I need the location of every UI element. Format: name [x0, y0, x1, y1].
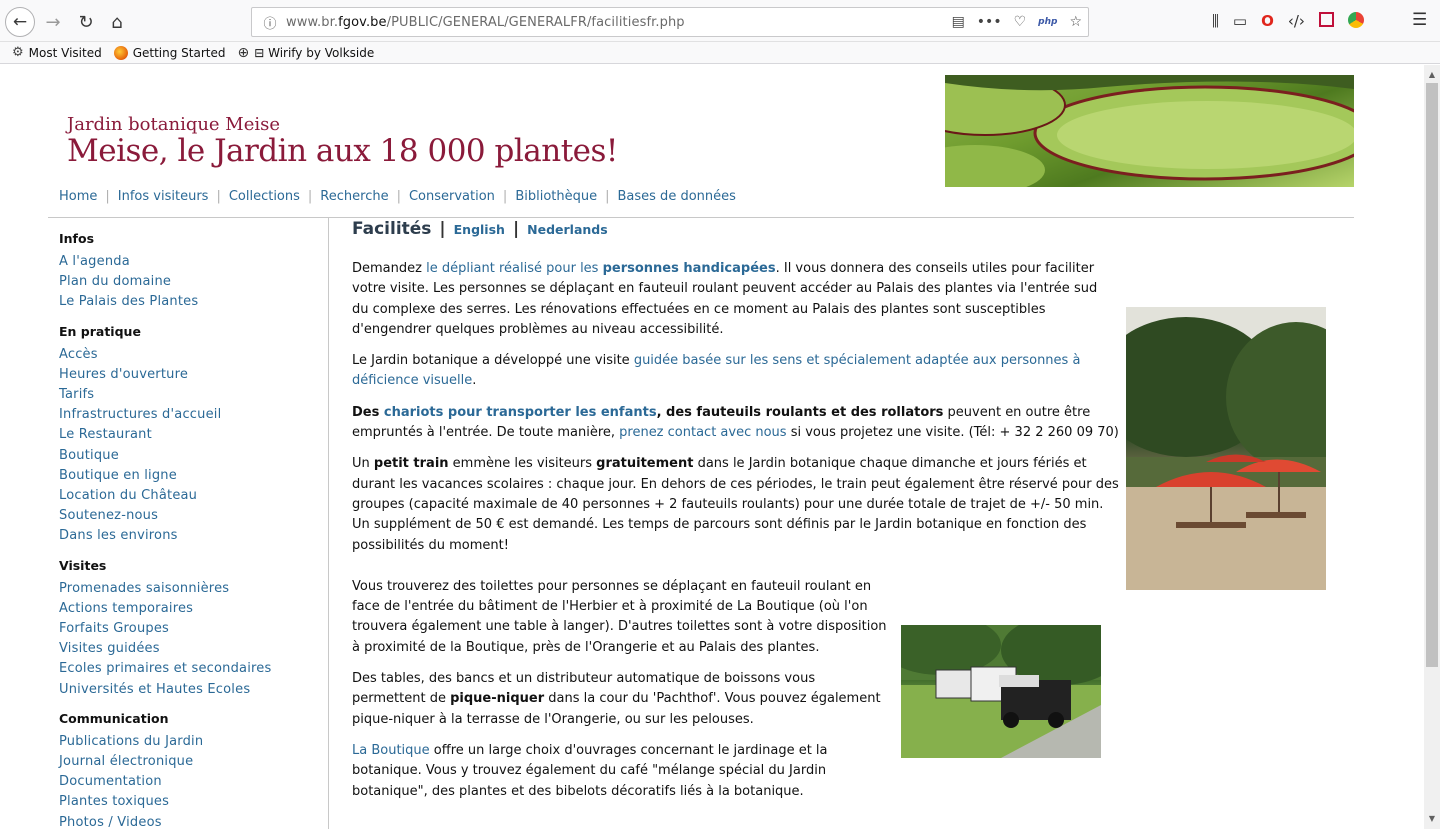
reload-button[interactable]: ↻: [71, 7, 101, 37]
bookmarks-toolbar: ⚙ Most Visited Getting Started ⊕ ⊟ Wirify …: [0, 42, 1440, 64]
bookmark-wirify[interactable]: ⊕ ⊟ Wirify by Volkside: [237, 45, 374, 61]
home-button[interactable]: ⌂: [102, 7, 132, 37]
scroll-up-icon[interactable]: ▲: [1424, 67, 1440, 83]
sidebar-item-heures[interactable]: Heures d'ouverture: [59, 367, 188, 382]
sidebar-item-photos-videos[interactable]: Photos / Videos: [59, 815, 162, 829]
firefox-icon: [113, 45, 128, 60]
php-extension-icon[interactable]: php: [1038, 17, 1057, 27]
nav-conservation[interactable]: Conservation: [409, 189, 495, 204]
nav-bibliotheque[interactable]: Bibliothèque: [515, 189, 597, 204]
sidebar-item-palais[interactable]: Le Palais des Plantes: [59, 294, 198, 309]
site-subtitle: Jardin botanique Meise: [67, 114, 281, 135]
site-title: Meise, le Jardin aux 18 000 plantes!: [67, 133, 618, 169]
sidebar-item-location[interactable]: Location du Château: [59, 488, 197, 503]
page-title: Facilités: [352, 219, 432, 239]
bookmark-getting-started[interactable]: Getting Started: [113, 45, 225, 60]
paragraph-visite-guidee: Le Jardin botanique a développé une visi…: [352, 353, 1081, 389]
bookmark-most-visited[interactable]: ⚙ Most Visited: [12, 45, 102, 60]
paragraph-chariots: Des chariots pour transporter les enfant…: [352, 404, 1119, 441]
hamburger-menu-icon[interactable]: ☰: [1412, 10, 1427, 30]
chariots-link[interactable]: chariots pour transporter les enfants: [384, 405, 657, 420]
bookmark-star-icon[interactable]: ☆: [1069, 14, 1082, 30]
site-info-icon[interactable]: ⓘ: [258, 13, 282, 32]
lang-nederlands-link[interactable]: Nederlands: [527, 222, 608, 237]
nav-collections[interactable]: Collections: [229, 189, 300, 204]
sidebar-item-documentation[interactable]: Documentation: [59, 774, 162, 789]
forward-button[interactable]: →: [38, 7, 68, 37]
paragraph-boutique: La Boutique offre un large choix d'ouvra…: [352, 742, 828, 799]
sidebar-item-restaurant[interactable]: Le Restaurant: [59, 427, 152, 442]
sidebar-item-acces[interactable]: Accès: [59, 347, 98, 362]
nav-home[interactable]: Home: [59, 189, 97, 204]
globe-icon: ⊕: [237, 44, 250, 61]
url-text[interactable]: www.br.fgov.be/PUBLIC/GENERAL/GENERALFR/…: [286, 15, 685, 30]
sidebar-item-boutique-en-ligne[interactable]: Boutique en ligne: [59, 468, 177, 483]
web-page: Jardin botanique Meise Meise, le Jardin …: [0, 65, 1424, 829]
sidebar-item-journal[interactable]: Journal électronique: [59, 754, 193, 769]
gear-icon: ⚙: [12, 45, 24, 60]
scrollbar-thumb[interactable]: [1426, 83, 1438, 667]
library-icon[interactable]: ⫼: [1212, 12, 1219, 30]
petit-train-photo: [901, 625, 1101, 758]
scroll-down-icon[interactable]: ▼: [1424, 811, 1440, 827]
extension-icon[interactable]: [1318, 12, 1334, 27]
sidebar-item-plantes-toxiques[interactable]: Plantes toxiques: [59, 794, 169, 809]
sidebar-item-publications[interactable]: Publications du Jardin: [59, 734, 203, 749]
opera-icon[interactable]: O: [1261, 12, 1274, 30]
paragraph-toilettes: Vous trouverez des toilettes pour person…: [352, 578, 887, 655]
page-scrollbar[interactable]: ▲ ▼: [1424, 65, 1440, 829]
sidebar-heading-communication: Communication: [59, 710, 169, 726]
sidebar-item-boutique[interactable]: Boutique: [59, 448, 119, 463]
contact-link[interactable]: prenez contact avec nous: [619, 425, 786, 440]
sidebar-item-forfaits[interactable]: Forfaits Groupes: [59, 621, 169, 636]
sidebar-item-agenda[interactable]: A l'agenda: [59, 254, 130, 269]
banner-image: [945, 75, 1354, 187]
page-actions-icon[interactable]: •••: [977, 14, 1002, 30]
sidebar-icon[interactable]: ▭: [1233, 12, 1247, 30]
sidebar-item-promenades[interactable]: Promenades saisonnières: [59, 581, 229, 596]
sidebar-item-environs[interactable]: Dans les environs: [59, 528, 178, 543]
depliant-link[interactable]: le dépliant réalisé pour les personnes h…: [426, 261, 776, 276]
nav-infos-visiteurs[interactable]: Infos visiteurs: [118, 189, 209, 204]
paragraph-petit-train: Un petit train emmène les visiteurs grat…: [352, 456, 1119, 553]
sidebar-heading-visites: Visites: [59, 557, 107, 573]
boutique-link[interactable]: La Boutique: [352, 743, 430, 758]
sidebar-heading-en-pratique: En pratique: [59, 323, 141, 339]
paragraph-pique-nique: Des tables, des bancs et un distributeur…: [352, 671, 881, 727]
sidebar-item-plan[interactable]: Plan du domaine: [59, 274, 171, 289]
lang-english-link[interactable]: English: [454, 222, 505, 237]
header-divider: [48, 217, 1354, 218]
sidebar-item-soutenez[interactable]: Soutenez-nous: [59, 508, 158, 523]
page-heading: Facilités | English | Nederlands: [352, 219, 608, 239]
sidebar-divider: [328, 218, 329, 829]
sidebar-item-ecoles[interactable]: Ecoles primaires et secondaires: [59, 661, 271, 676]
sidebar-item-visites-guidees[interactable]: Visites guidées: [59, 641, 160, 656]
sidebar-item-tarifs[interactable]: Tarifs: [59, 387, 94, 402]
sidebar-item-universites[interactable]: Universités et Hautes Ecoles: [59, 682, 250, 697]
paragraph-handicap: Demandez le dépliant réalisé pour les pe…: [352, 261, 1098, 337]
sidebar-heading-infos: Infos: [59, 231, 95, 246]
devtools-icon[interactable]: ‹/›: [1288, 12, 1305, 30]
nav-recherche[interactable]: Recherche: [320, 189, 388, 204]
sidebar-item-actions[interactable]: Actions temporaires: [59, 601, 193, 616]
chrome-extension-icon[interactable]: [1347, 12, 1364, 28]
nav-bases-de-donnees[interactable]: Bases de données: [618, 189, 736, 204]
terrace-photo: [1126, 307, 1326, 590]
sidebar-item-infrastructures[interactable]: Infrastructures d'accueil: [59, 407, 221, 422]
browser-toolbar: ← → ↻ ⌂ ⓘ www.br.fgov.be/PUBLIC/GENERAL/…: [0, 0, 1440, 42]
pocket-icon[interactable]: ♡: [1014, 14, 1027, 30]
url-bar[interactable]: ⓘ www.br.fgov.be/PUBLIC/GENERAL/GENERALF…: [251, 7, 1089, 37]
reader-view-icon[interactable]: ▤: [952, 14, 965, 30]
sidebar: Infos A l'agenda Plan du domaine Le Pala…: [59, 231, 319, 829]
back-button[interactable]: ←: [5, 7, 35, 37]
top-navigation: Home | Infos visiteurs | Collections | Rech…: [59, 189, 736, 204]
